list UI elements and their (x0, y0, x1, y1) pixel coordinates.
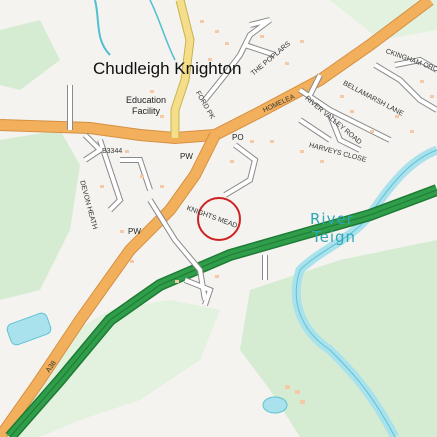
pw-north-label: PW (180, 152, 193, 161)
lake-west (6, 312, 52, 346)
lake-southeast (262, 396, 288, 414)
woodland-west (0, 130, 80, 300)
pw-south-label: PW (128, 227, 141, 236)
b3344-label: B3344 (102, 148, 123, 155)
stream-north (94, 0, 111, 56)
map-view[interactable]: Chudleigh Knighton Education Facility Ri… (0, 0, 437, 437)
stream-northwest (149, 0, 176, 61)
woodland-northwest (0, 20, 60, 90)
facility-line-2: Facility (132, 106, 161, 116)
education-facility-label: Education Facility (126, 95, 166, 117)
river-label-line1: River (310, 210, 354, 228)
facility-line-1: Education (126, 95, 167, 105)
river-label-line2: Teign (312, 228, 357, 246)
po-label: PO (232, 133, 244, 142)
place-name-label: Chudleigh Knighton (93, 59, 242, 78)
